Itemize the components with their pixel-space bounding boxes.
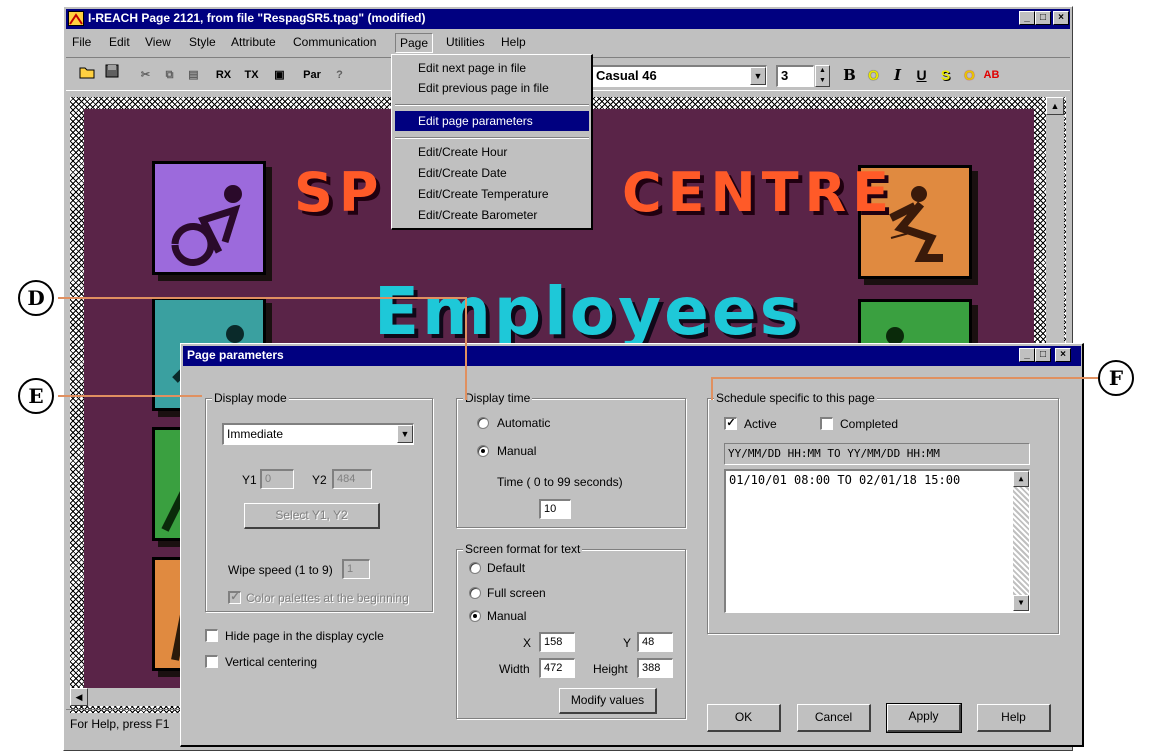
callout-e: E <box>18 378 54 414</box>
callout-lines <box>58 297 1098 400</box>
callout-d: D <box>18 280 54 316</box>
callout-line-d <box>58 297 467 400</box>
callout-line-f <box>711 377 1098 400</box>
callout-f: F <box>1098 360 1134 396</box>
